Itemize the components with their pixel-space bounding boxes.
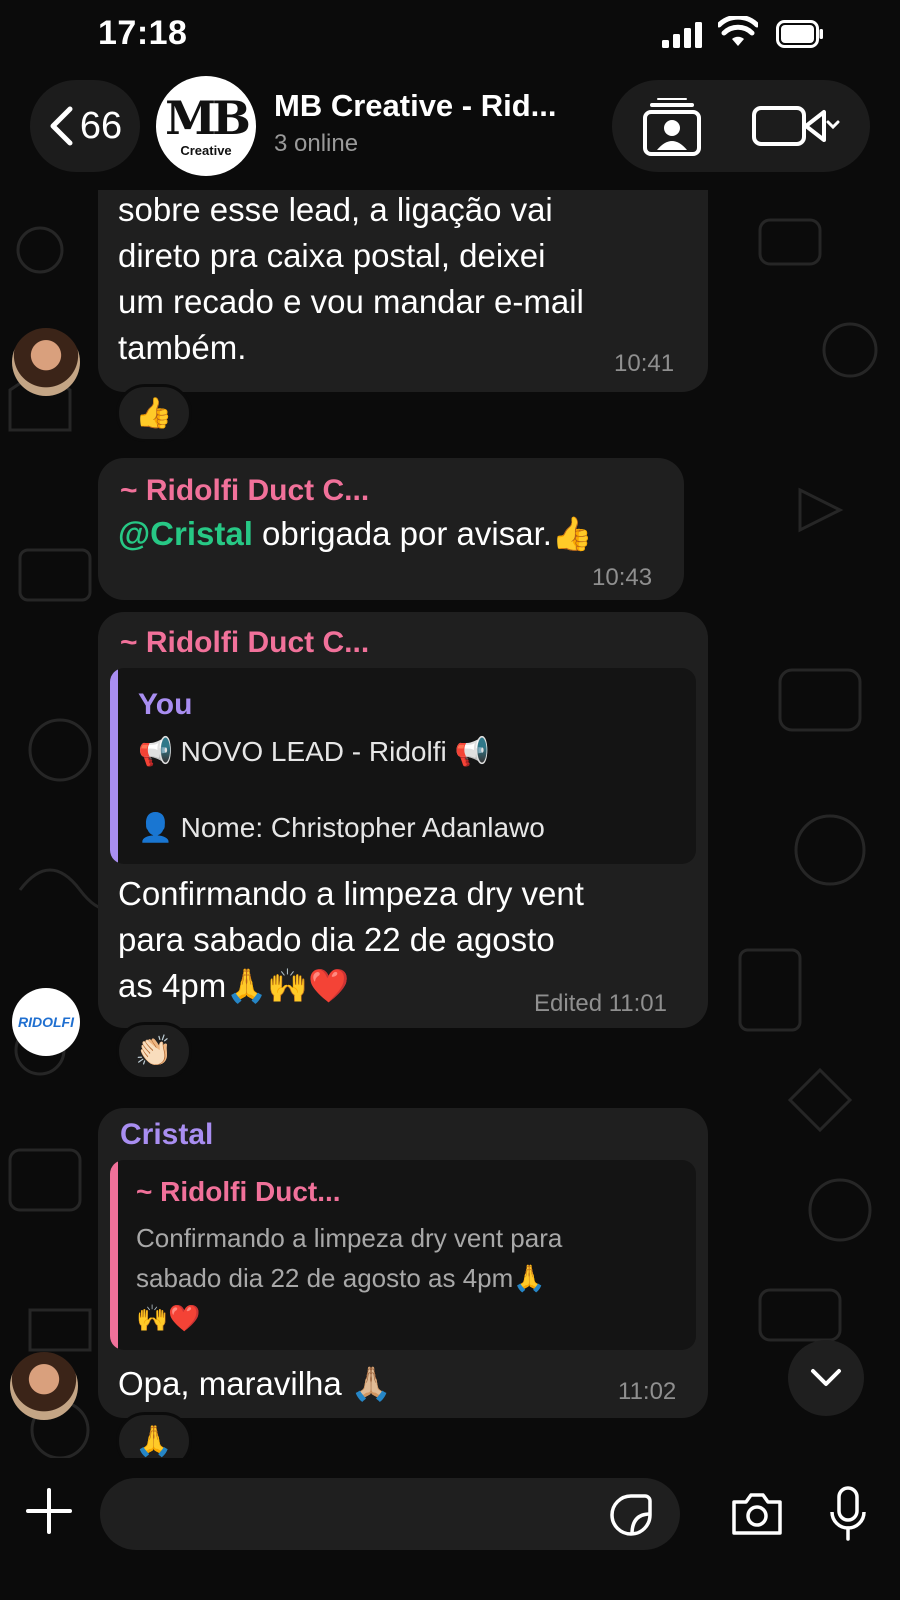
reaction-badge[interactable]: 👍 (116, 384, 192, 442)
contact-card-icon[interactable] (642, 98, 702, 156)
message-body: obrigada por avisar.👍 (252, 515, 593, 552)
unread-count: 66 (79, 104, 123, 147)
quoted-message[interactable]: ~ Ridolfi Duct... Confirmando a limpeza … (110, 1160, 696, 1350)
quote-text-line: sabado dia 22 de agosto as 4pm🙏 (136, 1263, 546, 1293)
group-avatar-caption: Creative (180, 142, 232, 158)
message-text-line: para sabado dia 22 de agosto (118, 921, 555, 958)
quote-bar (110, 668, 118, 864)
sender-name[interactable]: ~ Ridolfi Duct C... (120, 626, 369, 660)
chat-header: 66 MB Creative MB Creative - Rid... 3 on… (0, 70, 900, 190)
message-text-line: sobre esse lead, a ligação vai (118, 191, 553, 228)
back-button[interactable]: 66 (30, 80, 140, 172)
reaction-badge[interactable]: 👏🏻 (116, 1022, 192, 1080)
quoted-message[interactable]: You 📢 NOVO LEAD - Ridolfi 📢 👤 Nome: Chri… (110, 668, 696, 864)
message-time: 11:02 (618, 1378, 677, 1405)
status-time: 17:18 (98, 14, 188, 52)
sender-name[interactable]: ~ Ridolfi Duct C... (120, 474, 369, 508)
header-actions (612, 80, 870, 172)
avatar[interactable]: RIDOLFI (12, 988, 80, 1056)
quote-text-line: 👤 Nome: Christopher Adanlawo (138, 812, 545, 843)
message-bubble[interactable]: ~ Ridolfi Duct C... You 📢 NOVO LEAD - Ri… (98, 612, 708, 1028)
message-text-line: as 4pm🙏🙌❤️ (118, 967, 350, 1004)
message-text-line: um recado e vou mandar e-mail (118, 283, 584, 320)
quote-author: ~ Ridolfi Duct... (136, 1176, 341, 1207)
chat-title[interactable]: MB Creative - Rid... (274, 88, 557, 124)
sticker-icon[interactable] (610, 1494, 652, 1536)
message-time: Edited 11:01 (534, 990, 667, 1017)
quote-text-line: 📢 NOVO LEAD - Ridolfi 📢 (138, 736, 490, 767)
cellular-signal-icon (662, 22, 702, 48)
message-time: 10:43 (592, 564, 653, 591)
online-status: 3 online (274, 130, 359, 157)
message-text-line: direto pra caixa postal, deixei (118, 237, 546, 274)
plus-icon[interactable] (26, 1488, 72, 1534)
quote-text-line: Confirmando a limpeza dry vent para (136, 1223, 563, 1253)
sender-name[interactable]: Cristal (120, 1118, 213, 1152)
quote-author: You (138, 688, 193, 721)
video-camera-icon[interactable] (752, 104, 842, 148)
avatar-logo-text: RIDOLFI (18, 1014, 74, 1030)
group-avatar[interactable]: MB Creative (156, 76, 256, 176)
message-text: @Cristal obrigada por avisar.👍 (118, 510, 593, 557)
message-time: 10:41 (614, 350, 675, 377)
mention-link[interactable]: @Cristal (118, 515, 253, 552)
avatar[interactable] (10, 1352, 78, 1420)
wifi-icon (718, 16, 758, 46)
message-text: Opa, maravilha 🙏🏼 (118, 1365, 393, 1402)
battery-icon (776, 20, 823, 48)
chevron-left-icon (50, 106, 73, 146)
quote-text-line: 🙌❤️ (136, 1303, 201, 1333)
message-bubble[interactable]: sobre esse lead, a ligação vai direto pr… (98, 160, 708, 392)
camera-icon[interactable] (730, 1492, 784, 1536)
message-composer (0, 1458, 900, 1600)
chevron-down-icon (811, 1369, 841, 1386)
message-text-line: Confirmando a limpeza dry vent (118, 875, 584, 912)
group-avatar-logo: MB (165, 90, 251, 145)
quote-bar (110, 1160, 118, 1350)
message-input[interactable] (100, 1478, 680, 1550)
status-bar: 17:18 (0, 0, 900, 70)
message-bubble[interactable]: Cristal ~ Ridolfi Duct... Confirmando a … (98, 1108, 708, 1418)
microphone-icon[interactable] (828, 1486, 868, 1542)
message-bubble[interactable]: ~ Ridolfi Duct C... @Cristal obrigada po… (98, 458, 684, 600)
message-text-line: também. (118, 329, 247, 366)
avatar[interactable] (12, 328, 80, 396)
scroll-to-bottom-button[interactable] (788, 1340, 864, 1416)
